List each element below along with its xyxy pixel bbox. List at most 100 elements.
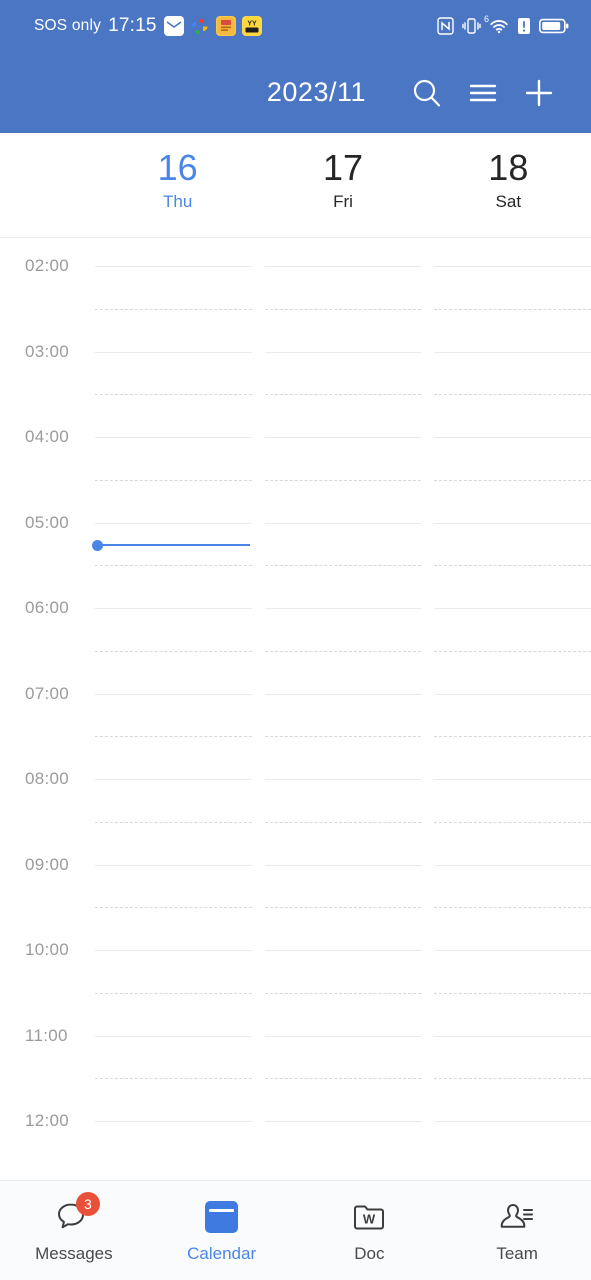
current-time-dot <box>92 539 103 551</box>
add-event-button[interactable] <box>511 65 567 121</box>
day-header-row: 16 Thu 17 Fri 18 Sat <box>0 133 591 238</box>
nav-item-calendar[interactable]: Calendar <box>148 1198 296 1263</box>
gridline-segment <box>264 565 422 567</box>
carrier-label: SOS only <box>34 17 102 34</box>
gridline-segment <box>434 907 591 909</box>
gridline-segment <box>95 522 252 524</box>
gridline-segment <box>95 1121 252 1122</box>
gridline-segment <box>434 1121 591 1122</box>
gridline-segment <box>264 736 422 738</box>
gridline-segment <box>95 266 252 267</box>
gridline-segment <box>264 992 422 994</box>
half-hour-gridline <box>95 821 591 823</box>
add-icon <box>522 76 556 110</box>
hour-row: 06:00 <box>0 598 591 694</box>
gridline-segment <box>434 565 591 567</box>
nav-item-team[interactable]: Team <box>443 1198 591 1263</box>
half-hour-gridline <box>95 736 591 738</box>
gridline-segment <box>264 864 422 866</box>
bottom-navigation-bar: 3 Messages Calendar W Doc Team <box>0 1180 591 1280</box>
day-number: 17 <box>322 147 364 188</box>
hour-label: 02:00 <box>25 256 70 275</box>
chat-bubble-icon: 3 <box>54 1192 100 1236</box>
half-hour-gridline <box>95 650 591 652</box>
hour-gridline <box>95 779 591 780</box>
time-grid[interactable]: 02:00 03:00 04:00 05:00 06:00 07:00 08:00 09:00… <box>0 238 591 1180</box>
nav-item-messages[interactable]: 3 Messages <box>0 1192 148 1263</box>
gridline-segment <box>264 522 422 524</box>
day-column-17[interactable]: 17 Fri <box>260 133 425 237</box>
half-hour-gridline <box>95 479 591 481</box>
status-bar-right: 6 <box>437 15 569 35</box>
gridline-segment <box>434 650 591 652</box>
gridline-segment <box>95 821 252 823</box>
gridline-segment <box>264 437 422 438</box>
day-column-18[interactable]: 18 Sat <box>426 133 591 237</box>
hour-gridline <box>95 266 591 267</box>
half-hour-gridline <box>95 394 591 396</box>
hour-gridline <box>95 522 591 524</box>
half-hour-gridline <box>95 907 591 909</box>
status-bar-clock: 17:15 <box>108 15 157 36</box>
gridline-segment <box>434 950 591 951</box>
gridline-segment <box>434 992 591 994</box>
time-grid-inner: 02:00 03:00 04:00 05:00 06:00 07:00 08:00 09:00… <box>0 238 591 1180</box>
nav-item-label: Messages <box>35 1244 113 1263</box>
gridline-segment <box>95 736 252 738</box>
day-column-16[interactable]: 16 Thu <box>95 133 260 237</box>
wifi-6-icon: 6 <box>484 15 509 34</box>
hour-gridline <box>95 437 591 438</box>
gridline-segment <box>95 1035 252 1037</box>
wifi-generation-label: 6 <box>484 14 490 24</box>
gridline-segment <box>434 608 591 609</box>
gridline-segment <box>434 1078 591 1080</box>
half-hour-gridline <box>95 992 591 994</box>
day-header-spacer <box>0 133 95 237</box>
hour-label: 08:00 <box>25 769 70 788</box>
gridline-segment <box>264 950 422 951</box>
half-hour-gridline <box>95 565 591 567</box>
mail-icon <box>163 16 184 36</box>
hour-row: 08:00 <box>0 769 591 865</box>
menu-button[interactable] <box>455 65 511 121</box>
hour-row: 10:00 <box>0 940 591 1036</box>
hour-label: 10:00 <box>25 940 70 959</box>
gridline-segment <box>434 736 591 738</box>
folder-doc-icon: W <box>349 1198 389 1236</box>
svg-text:YY: YY <box>247 21 257 28</box>
gridline-segment <box>264 351 422 353</box>
alert-icon <box>517 17 531 35</box>
notification-badge: 3 <box>75 1192 100 1216</box>
hour-row: 04:00 <box>0 427 591 523</box>
day-number: 16 <box>157 147 198 188</box>
status-bar-app-icons: YY <box>163 16 262 36</box>
contacts-icon <box>497 1198 537 1236</box>
half-hour-gridline <box>95 308 591 310</box>
hour-row: 11:00 <box>0 1026 591 1122</box>
hour-row: 12:00 <box>0 1111 591 1180</box>
day-weekday: Sat <box>495 192 522 211</box>
gridline-segment <box>95 650 252 652</box>
gridline-segment <box>434 351 591 353</box>
hour-label: 11:00 <box>25 1025 68 1045</box>
status-bar: SOS only 17:15 YY 6 <box>0 0 591 52</box>
hour-label: 05:00 <box>25 512 70 532</box>
search-button[interactable] <box>399 65 455 121</box>
gridline-segment <box>264 608 422 609</box>
gridline-segment <box>95 693 252 695</box>
gridline-segment <box>434 266 591 267</box>
hour-row: 02:00 <box>0 256 591 352</box>
hour-label: 07:00 <box>25 683 70 703</box>
gridline-segment <box>434 437 591 438</box>
day-weekday: Thu <box>163 192 193 211</box>
gridline-segment <box>95 1078 252 1080</box>
nav-item-doc[interactable]: W Doc <box>296 1198 444 1263</box>
vibrate-icon <box>462 17 481 35</box>
gridline-segment <box>264 1078 422 1080</box>
gridline-segment <box>95 779 252 780</box>
gridline-segment <box>264 907 422 909</box>
hour-row: 07:00 <box>0 684 591 780</box>
gridline-segment <box>434 779 591 780</box>
hour-row: 09:00 <box>0 855 591 951</box>
hour-gridline <box>95 351 591 353</box>
